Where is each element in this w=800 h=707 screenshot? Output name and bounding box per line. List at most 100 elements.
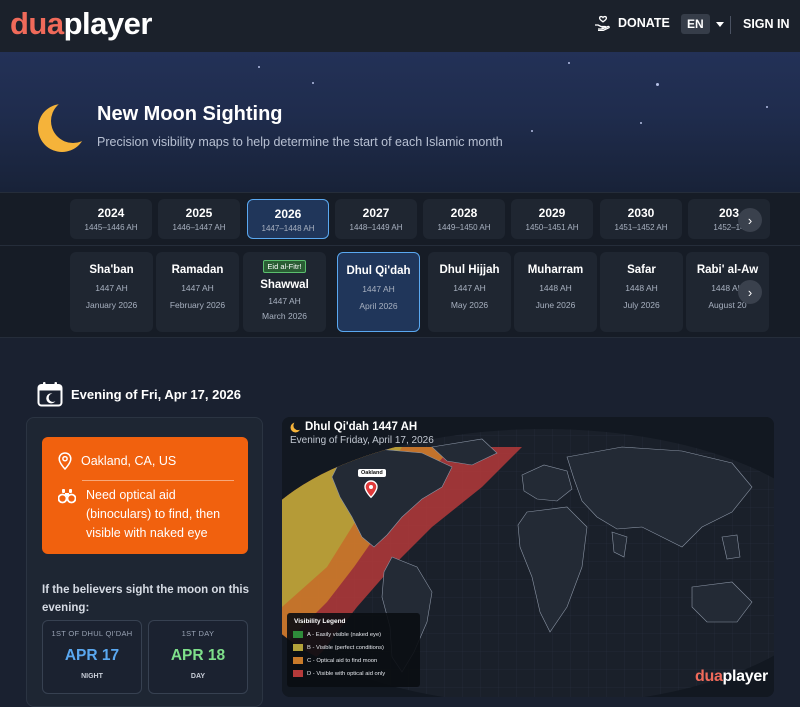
star-decoration	[766, 106, 768, 108]
star-decoration	[640, 122, 642, 124]
month-tab-3[interactable]: Dhul Qi'dah 1447 AH April 2026	[337, 252, 420, 332]
watermark-part-player: player	[722, 668, 769, 685]
year-hijri-range: 1447–1448 AH	[261, 224, 315, 233]
month-tab-0[interactable]: Sha'ban 1447 AH January 2026	[70, 252, 153, 332]
month-tab-2[interactable]: Eid al-Fitr! Shawwal 1447 AH March 2026	[243, 252, 326, 332]
year-hijri-range: 1449–1450 AH	[437, 223, 491, 232]
location-pin-label: Oakland	[358, 469, 386, 477]
year-tab-2029[interactable]: 2029 1450–1451 AH	[511, 199, 593, 239]
status-divider	[82, 480, 234, 481]
month-name: Safar	[627, 264, 656, 276]
months-next-arrow-icon[interactable]: ›	[738, 280, 762, 304]
month-name: Ramadan	[171, 264, 224, 276]
year-tab-2025[interactable]: 2025 1446–1447 AH	[158, 199, 240, 239]
logo-part-player: player	[63, 6, 153, 41]
legend-swatch	[293, 657, 303, 664]
month-name: Muharram	[527, 264, 584, 276]
year-hijri-range: 1445–1446 AH	[84, 223, 138, 232]
year-tab-2026[interactable]: 2026 1447–1448 AH	[247, 199, 329, 239]
binoculars-icon	[58, 489, 76, 504]
evening-date-label: Evening of Fri, Apr 17, 2026	[71, 386, 242, 402]
donate-hand-icon	[595, 15, 610, 31]
month-selector: Sha'ban 1447 AH January 2026 Ramadan 1447 AH…	[0, 246, 800, 338]
month-hijri-year: 1448 AH	[625, 283, 658, 293]
chevron-down-icon	[715, 21, 724, 27]
language-selector[interactable]: EN	[681, 14, 724, 34]
month-name: Rabi' al-Aw	[696, 264, 759, 276]
visibility-message-row: Need optical aid (binoculars) to find, t…	[58, 486, 231, 543]
visibility-message: Need optical aid (binoculars) to find, t…	[86, 488, 221, 540]
year-label: 2029	[538, 206, 566, 220]
map-title-text: Dhul Qi'dah 1447 AH	[305, 421, 418, 433]
visibility-status-card: Oakland, CA, US Need optical aid (binocu…	[42, 437, 248, 554]
month-name: Shawwal	[260, 279, 309, 291]
first-day-card: 1ST DAY APR 18 DAY	[148, 620, 248, 694]
month-name: Dhul Qi'dah	[346, 265, 411, 277]
month-name: Sha'ban	[89, 264, 134, 276]
first-day-footer: DAY	[190, 673, 206, 680]
visibility-map[interactable]: Dhul Qi'dah 1447 AH Evening of Friday, A…	[282, 417, 774, 697]
crescent-moon-icon	[38, 104, 86, 152]
month-tab-5[interactable]: Muharram 1448 AH June 2026	[514, 252, 597, 332]
logo-part-dua: dua	[10, 6, 64, 41]
calendar-moon-icon	[37, 382, 63, 407]
year-selector: 2024 1445–1446 AH 2025 1446–1447 AH 2026 1447…	[0, 192, 800, 246]
legend-item-d: D - Visible with optical aid only	[293, 670, 385, 677]
language-code: EN	[681, 14, 710, 34]
year-hijri-range: 1448–1449 AH	[349, 223, 403, 232]
legend-swatch	[293, 670, 303, 677]
location-name: Oakland, CA, US	[81, 454, 177, 468]
map-pin-icon	[58, 452, 72, 470]
evening-heading: Evening of Fri, Apr 17, 2026	[37, 381, 241, 407]
month-hijri-year: 1447 AH	[362, 284, 395, 294]
first-day-heading: 1ST DAY	[181, 629, 215, 638]
month-gregorian: July 2026	[623, 300, 660, 310]
month-hijri-year: 1448 AH	[539, 283, 572, 293]
donate-button[interactable]: DONATE	[594, 15, 670, 31]
legend-swatch	[293, 631, 303, 638]
month-gregorian: April 2026	[359, 301, 398, 311]
year-tab-2024[interactable]: 2024 1445–1446 AH	[70, 199, 152, 239]
month-tab-1[interactable]: Ramadan 1447 AH February 2026	[156, 252, 239, 332]
first-night-date: APR 17	[64, 647, 120, 664]
map-title: Dhul Qi'dah 1447 AH	[290, 421, 417, 433]
legend-title: Visibility Legend	[294, 618, 346, 625]
map-subtitle: Evening of Friday, April 17, 2026	[290, 435, 434, 446]
year-tab-2027[interactable]: 2027 1448–1449 AH	[335, 199, 417, 239]
watermark-part-dua: dua	[695, 668, 723, 685]
star-decoration	[531, 130, 533, 132]
year-tab-2028[interactable]: 2028 1449–1450 AH	[423, 199, 505, 239]
map-watermark-logo: duaplayer	[695, 668, 768, 686]
first-night-card: 1ST OF DHUL QI'DAH APR 17 NIGHT	[42, 620, 142, 694]
visibility-result-panel: Oakland, CA, US Need optical aid (binocu…	[26, 417, 263, 707]
year-label: 2028	[450, 206, 478, 220]
location-row[interactable]: Oakland, CA, US	[58, 452, 176, 470]
legend-label: B - Visible (perfect conditions)	[307, 644, 384, 651]
year-label: 2024	[97, 206, 125, 220]
legend-swatch	[293, 644, 303, 651]
star-decoration	[258, 66, 260, 68]
visibility-legend: Visibility Legend A - Easily visible (na…	[287, 613, 420, 687]
month-tab-6[interactable]: Safar 1448 AH July 2026	[600, 252, 683, 332]
first-night-footer: NIGHT	[81, 673, 103, 680]
main-content: Evening of Fri, Apr 17, 2026 Oakland, CA…	[0, 339, 800, 707]
star-decoration	[568, 62, 570, 64]
nav-divider	[730, 16, 731, 34]
legend-label: C - Optical aid to find moon	[307, 657, 378, 664]
month-tab-4[interactable]: Dhul Hijjah 1447 AH May 2026	[428, 252, 511, 332]
month-hijri-year: 1447 AH	[453, 283, 486, 293]
year-hijri-range: 1451–1452 AH	[614, 223, 668, 232]
year-tab-2030[interactable]: 2030 1451–1452 AH	[600, 199, 682, 239]
site-logo[interactable]: duaplayer	[10, 6, 152, 42]
year-hijri-range: 1450–1451 AH	[525, 223, 579, 232]
sign-in-button[interactable]: SIGN IN	[743, 17, 790, 31]
donate-label: DONATE	[618, 16, 670, 30]
legend-label: A - Easily visible (naked eye)	[307, 631, 382, 638]
month-gregorian: January 2026	[85, 300, 138, 310]
year-label: 2026	[274, 207, 302, 221]
month-hijri-year: 1447 AH	[181, 283, 214, 293]
legend-item-a: A - Easily visible (naked eye)	[293, 631, 381, 638]
year-label: 2030	[627, 206, 655, 220]
years-next-arrow-icon[interactable]: ›	[738, 208, 762, 232]
month-hijri-year: 1447 AH	[268, 296, 301, 306]
